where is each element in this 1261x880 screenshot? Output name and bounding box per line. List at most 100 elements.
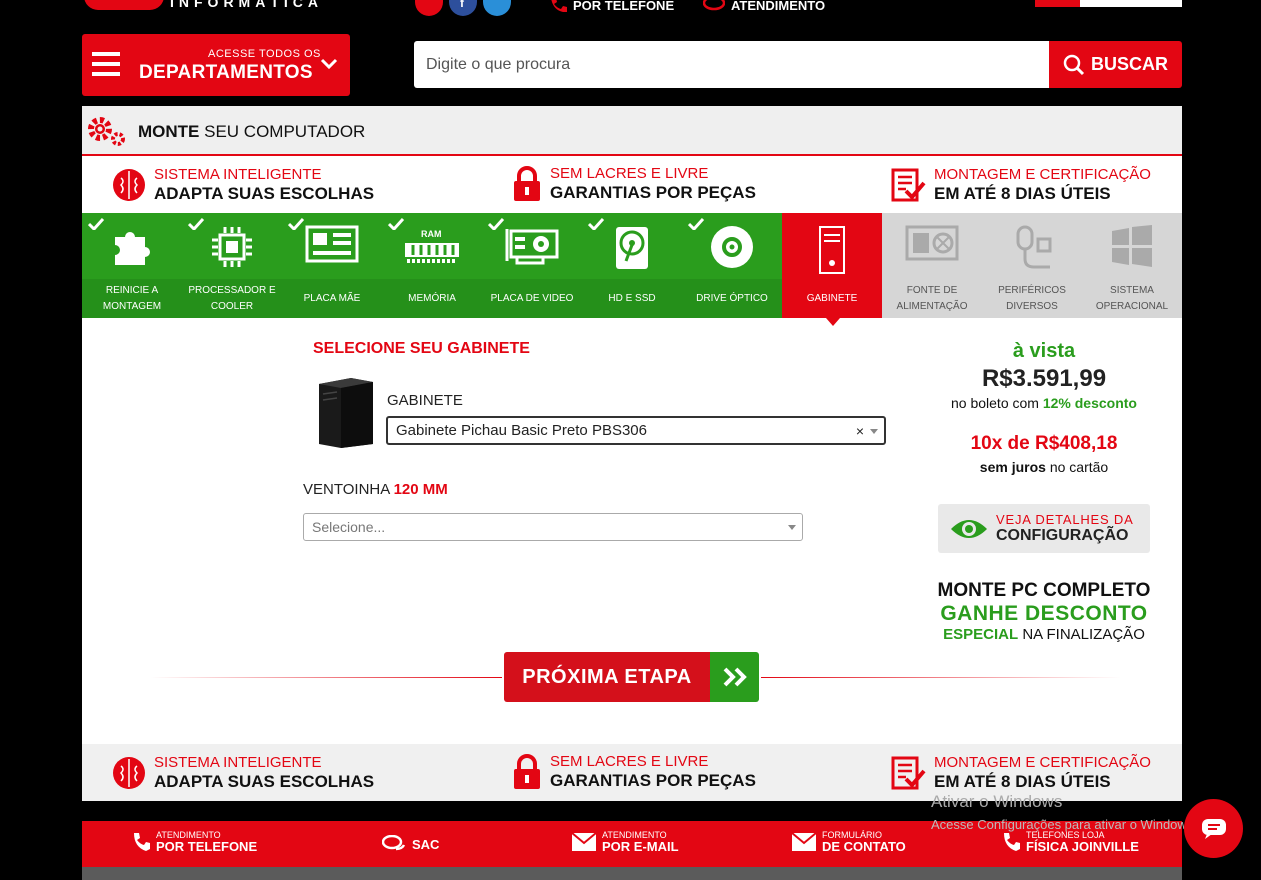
svg-text:RAM: RAM [421,229,442,239]
eye-icon [951,519,987,538]
feature-no-seals: SEM LACRES E LIVRE GARANTIAS POR PEÇAS [512,165,756,202]
divider-right [761,677,1121,678]
windows-watermark-title: Ativar o Windows [931,792,1063,811]
step-restart[interactable]: REINICIE A MONTAGEM [82,213,182,318]
svg-text:f: f [460,0,465,10]
step-motherboard[interactable]: PLACA MÃE [282,213,382,318]
windows-icon [1112,225,1152,267]
cart-box[interactable] [1080,0,1182,7]
feature-no-seals: SEM LACRES E LIVRE GARANTIAS POR PEÇAS [512,753,756,790]
boleto-info: no boleto com 12% desconto [951,395,1137,411]
case-select[interactable]: Gabinete Pichau Basic Preto PBS306 × [386,416,886,445]
check-icon [588,218,604,230]
page-title: MONTE SEU COMPUTADOR [138,122,366,141]
brain-icon [113,756,145,789]
step-label: PROCESSADOR E COOLER [182,279,282,318]
footer-sac-link[interactable]: SAC [382,835,439,853]
chat-widget-button[interactable] [1184,799,1243,858]
check-icon [188,218,204,230]
check-icon [288,218,304,230]
departments-button[interactable]: ACESSE TODOS OS DEPARTAMENTOS [82,34,350,96]
phone-icon [551,0,567,12]
clear-selection-icon[interactable]: × [856,423,864,439]
feature-assembly: MONTAGEM E CERTIFICAÇÃO EM ATÉ 8 DIAS ÚTE… [890,166,1151,203]
phone-icon [134,833,150,851]
installment-info: sem juros no cartão [979,459,1109,475]
bottom-strip [82,867,1182,880]
lock-icon [514,165,540,201]
chat-icon [703,0,725,11]
step-gpu[interactable]: PLACA DE VIDEO [482,213,582,318]
step-storage[interactable]: HD E SSD [582,213,682,318]
page-title-bar: MONTE SEU COMPUTADOR [82,106,1182,156]
divider-left [150,677,502,678]
footer-email-link[interactable]: ATENDIMENTO POR E-MAIL [572,831,679,853]
fan-label: VENTOINHA 120 MM [303,481,448,498]
phone-icon [1004,833,1020,851]
youtube-icon[interactable] [415,0,443,16]
features-row-top: SISTEMA INTELIGENTE ADAPTA SUAS ESCOLHAS … [82,157,1182,215]
step-case[interactable]: GABINETE [782,213,882,326]
step-os[interactable]: SISTEMA OPERACIONAL [1082,213,1182,318]
check-icon [688,218,704,230]
step-memory[interactable]: RAM MEMÓRIA [382,213,482,318]
mail-icon [572,833,596,851]
step-peripherals[interactable]: PERIFÉRICOS DIVERSOS [982,213,1082,318]
cpu-icon [212,227,252,267]
step-label: PLACA MÃE [282,279,382,318]
windows-watermark-text: Acesse Configurações para ativar o Windo… [931,817,1197,832]
site-logo[interactable] [84,0,164,10]
feature-smart-system: SISTEMA INTELIGENTE ADAPTA SUAS ESCOLHAS [112,754,374,791]
account-button[interactable] [1035,0,1080,7]
cash-label: à vista [1012,340,1076,362]
footer-form-link[interactable]: FORMULÁRIO DE CONTATO [792,831,906,853]
ram-icon: RAM [405,229,459,263]
brain-icon [113,168,145,201]
installments: 10x de R$408,18 [970,433,1118,454]
step-label: MEMÓRIA [382,279,482,318]
chat-icon [1201,818,1226,839]
check-icon [388,218,404,230]
step-psu[interactable]: FONTE DE ALIMENTAÇÃO [882,213,982,318]
departments-label: DEPARTAMENTOS [139,62,313,83]
build-steps: REINICIE A MONTAGEM PROCESSADOR E COOLER… [82,213,1182,326]
footer-store-link[interactable]: TELEFONES LOJA FÍSICA JOINVILLE [1002,831,1139,853]
phone-link[interactable]: POR TELEFONE [549,0,674,12]
dropdown-arrow-icon [788,525,796,530]
support-link-label: ATENDIMENTO [731,0,826,13]
step-cpu[interactable]: PROCESSADOR E COOLER [182,213,282,318]
dropdown-arrow-icon [870,429,878,434]
search-input[interactable] [414,41,1050,88]
step-label: PLACA DE VIDEO [482,279,582,318]
step-optical[interactable]: DRIVE ÓPTICO [682,213,782,318]
view-config-button[interactable]: VEJA DETALHES DA CONFIGURAÇÃO [938,504,1150,553]
psu-icon [905,225,959,261]
gears-icon [88,117,125,146]
facebook-icon[interactable]: f [449,0,477,16]
case-label: GABINETE [387,392,463,409]
next-step-button[interactable]: PRÓXIMA ETAPA [504,652,759,702]
menu-icon [92,52,120,76]
promo-block: MONTE PC COMPLETO GANHE DESCONTO ESPECIA… [937,580,1151,643]
current-step-arrow [826,318,840,326]
logo-text: INFORMÁTICA [170,0,323,10]
gpu-icon [505,229,559,265]
fan-select[interactable]: Selecione... [303,513,803,541]
step-label: PERIFÉRICOS DIVERSOS [998,284,1066,312]
twitter-icon[interactable] [483,0,511,16]
double-chevron-right-icon [710,652,759,702]
footer-phone-link[interactable]: ATENDIMENTO POR TELEFONE [132,831,257,853]
search-button[interactable]: BUSCAR [1049,41,1182,88]
checklist-icon [891,756,926,789]
search-button-label: BUSCAR [1090,54,1168,74]
check-icon [488,218,504,230]
case-icon [819,226,845,274]
departments-small-label: ACESSE TODOS OS [208,48,321,60]
section-title: SELECIONE SEU GABINETE [313,340,530,357]
next-step-label: PRÓXIMA ETAPA [504,652,710,702]
hdd-icon [616,227,648,269]
step-label: SISTEMA OPERACIONAL [1095,284,1169,312]
step-label: REINICIE A MONTAGEM [82,279,182,318]
step-label: GABINETE [806,292,858,304]
support-link[interactable]: ATENDIMENTO [703,0,825,12]
